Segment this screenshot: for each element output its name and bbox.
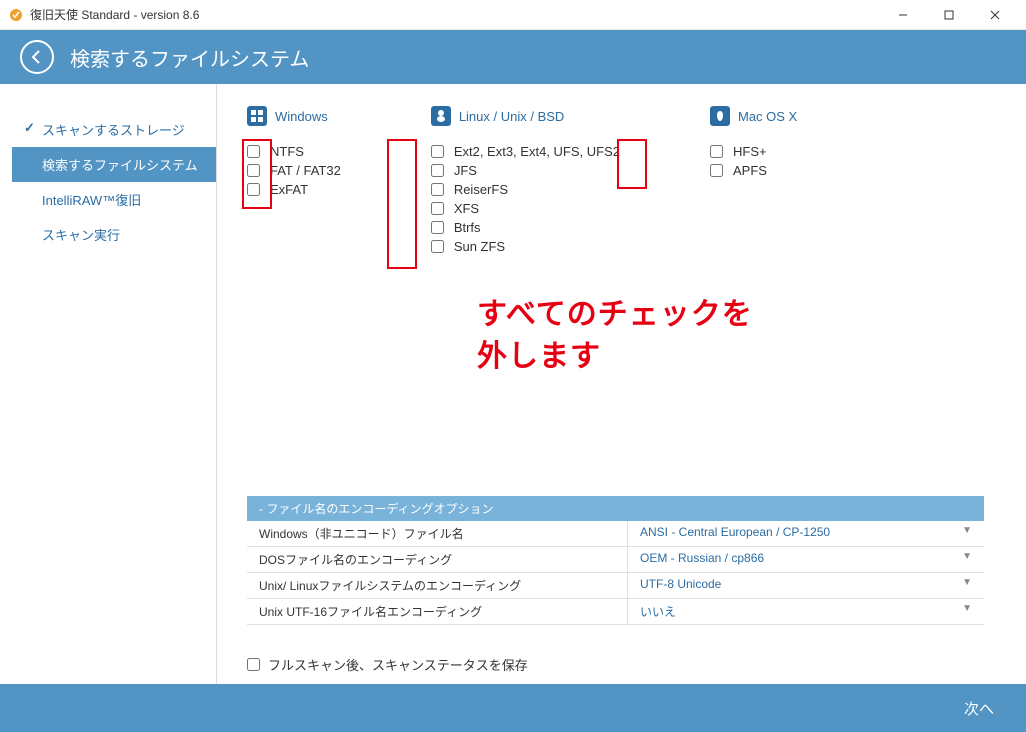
fs-checkbox[interactable] <box>431 145 444 158</box>
fs-item-label: JFS <box>454 163 477 178</box>
fs-checkbox[interactable] <box>431 240 444 253</box>
linux-icon <box>431 106 451 126</box>
fs-item-reiserfs: ReiserFS <box>431 180 620 199</box>
windows-icon <box>247 106 267 126</box>
encoding-value-text: ANSI - Central European / CP-1250 <box>640 525 830 542</box>
encoding-label: Unix UTF-16ファイル名エンコーディング <box>247 599 627 624</box>
encoding-label: DOSファイル名のエンコーディング <box>247 547 627 572</box>
window-title: 復旧天使 Standard - version 8.6 <box>30 6 880 23</box>
content-area: Windows NTFS FAT / FAT32 ExFAT Linux / U… <box>216 84 1014 684</box>
fs-checkbox[interactable] <box>247 164 260 177</box>
encoding-row-unix: Unix/ Linuxファイルシステムのエンコーディング UTF-8 Unico… <box>247 573 984 599</box>
fs-item-label: ExFAT <box>270 182 308 197</box>
sidebar-item-scan-execute[interactable]: スキャン実行 <box>12 217 216 252</box>
fs-item-label: Sun ZFS <box>454 239 505 254</box>
sidebar-item-label: 検索するファイルシステム <box>42 158 198 173</box>
encoding-value-text: いいえ <box>640 603 676 620</box>
fs-column-mac: Mac OS X HFS+ APFS <box>710 106 797 256</box>
encoding-value-text: UTF-8 Unicode <box>640 577 721 594</box>
fs-item-label: XFS <box>454 201 479 216</box>
fs-item-apfs: APFS <box>710 161 797 180</box>
back-button[interactable] <box>20 40 54 74</box>
filesystem-columns: Windows NTFS FAT / FAT32 ExFAT Linux / U… <box>247 106 984 256</box>
chevron-down-icon: ▼ <box>962 551 972 568</box>
fs-column-windows: Windows NTFS FAT / FAT32 ExFAT <box>247 106 341 256</box>
chevron-down-icon: ▼ <box>962 603 972 620</box>
encoding-section: - ファイル名のエンコーディングオプション Windows（非ユニコード）ファイ… <box>247 496 984 625</box>
encoding-dropdown[interactable]: いいえ ▼ <box>627 599 984 624</box>
encoding-row-utf16: Unix UTF-16ファイル名エンコーディング いいえ ▼ <box>247 599 984 625</box>
fs-item-jfs: JFS <box>431 161 620 180</box>
fs-item-ext: Ext2, Ext3, Ext4, UFS, UFS2 <box>431 142 620 161</box>
encoding-label: Unix/ Linuxファイルシステムのエンコーディング <box>247 573 627 598</box>
fs-checkbox[interactable] <box>431 164 444 177</box>
fs-item-label: FAT / FAT32 <box>270 163 341 178</box>
fs-header-label: Linux / Unix / BSD <box>459 109 565 124</box>
fs-checkbox[interactable] <box>431 221 444 234</box>
annotation-text: すべてのチェックを 外します <box>477 294 753 378</box>
encoding-dropdown[interactable]: UTF-8 Unicode ▼ <box>627 573 984 598</box>
sidebar-item-storage[interactable]: スキャンするストレージ <box>12 112 216 147</box>
page-title: 検索するファイルシステム <box>70 43 309 72</box>
window-controls <box>880 0 1018 30</box>
fs-checkbox[interactable] <box>431 202 444 215</box>
fs-checkbox[interactable] <box>247 145 260 158</box>
fs-item-zfs: Sun ZFS <box>431 237 620 256</box>
sidebar: スキャンするストレージ 検索するファイルシステム IntelliRAW™復旧 ス… <box>12 84 216 684</box>
fs-item-label: ReiserFS <box>454 182 508 197</box>
sidebar-item-intelliraw[interactable]: IntelliRAW™復旧 <box>12 182 216 217</box>
annotation-line2: 外します <box>477 340 601 373</box>
encoding-value-text: OEM - Russian / cp866 <box>640 551 764 568</box>
encoding-row-dos: DOSファイル名のエンコーディング OEM - Russian / cp866 ▼ <box>247 547 984 573</box>
header-bar: 検索するファイルシステム <box>0 30 1026 84</box>
maximize-button[interactable] <box>926 0 972 30</box>
sidebar-item-label: スキャン実行 <box>42 228 120 243</box>
fs-header-label: Mac OS X <box>738 109 797 124</box>
fs-item-ntfs: NTFS <box>247 142 341 161</box>
fs-item-label: Btrfs <box>454 220 481 235</box>
fs-checkbox[interactable] <box>710 164 723 177</box>
fs-item-label: NTFS <box>270 144 304 159</box>
fs-header-linux: Linux / Unix / BSD <box>431 106 620 126</box>
fullscan-label: フルスキャン後、スキャンステータスを保存 <box>268 655 528 674</box>
footer-bar: 次へ <box>0 684 1026 732</box>
fs-item-label: Ext2, Ext3, Ext4, UFS, UFS2 <box>454 144 620 159</box>
close-button[interactable] <box>972 0 1018 30</box>
fs-item-hfs: HFS+ <box>710 142 797 161</box>
encoding-dropdown[interactable]: ANSI - Central European / CP-1250 ▼ <box>627 521 984 546</box>
fs-checkbox[interactable] <box>247 183 260 196</box>
chevron-down-icon: ▼ <box>962 577 972 594</box>
fs-item-btrfs: Btrfs <box>431 218 620 237</box>
encoding-header[interactable]: - ファイル名のエンコーディングオプション <box>247 496 984 521</box>
chevron-down-icon: ▼ <box>962 525 972 542</box>
fs-item-exfat: ExFAT <box>247 180 341 199</box>
fs-item-fat: FAT / FAT32 <box>247 161 341 180</box>
encoding-label: Windows（非ユニコード）ファイル名 <box>247 521 627 546</box>
sidebar-item-label: スキャンするストレージ <box>42 123 185 138</box>
sidebar-item-label: IntelliRAW™復旧 <box>42 193 141 208</box>
fs-column-linux: Linux / Unix / BSD Ext2, Ext3, Ext4, UFS… <box>431 106 620 256</box>
encoding-row-windows: Windows（非ユニコード）ファイル名 ANSI - Central Euro… <box>247 521 984 547</box>
fs-item-label: HFS+ <box>733 144 767 159</box>
fs-checkbox[interactable] <box>710 145 723 158</box>
fullscan-checkbox[interactable] <box>247 658 260 671</box>
main-area: スキャンするストレージ 検索するファイルシステム IntelliRAW™復旧 ス… <box>12 84 1014 684</box>
titlebar: 復旧天使 Standard - version 8.6 <box>0 0 1026 30</box>
encoding-dropdown[interactable]: OEM - Russian / cp866 ▼ <box>627 547 984 572</box>
minimize-button[interactable] <box>880 0 926 30</box>
fs-item-xfs: XFS <box>431 199 620 218</box>
next-button[interactable]: 次へ <box>964 698 994 719</box>
fs-header-label: Windows <box>275 109 328 124</box>
annotation-line1: すべてのチェックを <box>477 298 753 331</box>
fs-header-mac: Mac OS X <box>710 106 797 126</box>
app-icon <box>8 7 24 23</box>
mac-icon <box>710 106 730 126</box>
fullscan-option: フルスキャン後、スキャンステータスを保存 <box>247 655 984 674</box>
fs-header-windows: Windows <box>247 106 341 126</box>
sidebar-item-filesystem[interactable]: 検索するファイルシステム <box>12 147 216 182</box>
fs-checkbox[interactable] <box>431 183 444 196</box>
fs-item-label: APFS <box>733 163 767 178</box>
